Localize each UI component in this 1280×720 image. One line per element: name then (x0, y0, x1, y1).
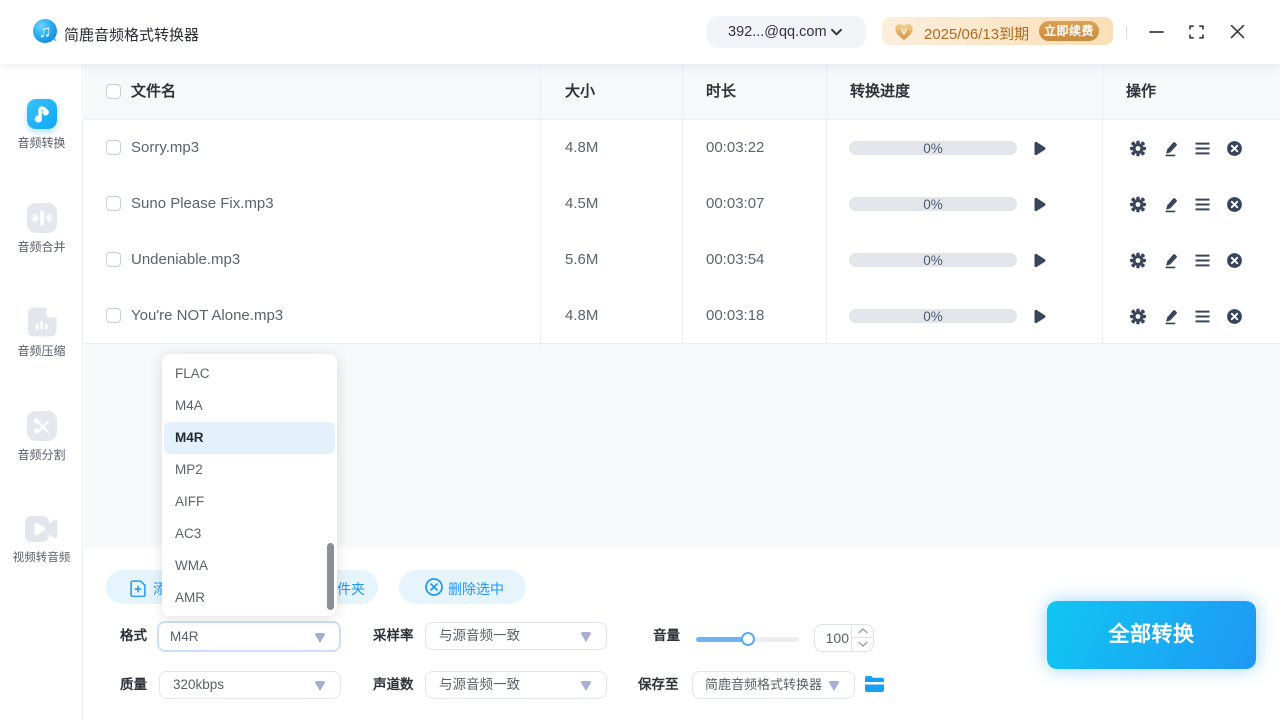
svg-text:V: V (901, 27, 907, 37)
svg-text:♫: ♫ (39, 22, 52, 41)
